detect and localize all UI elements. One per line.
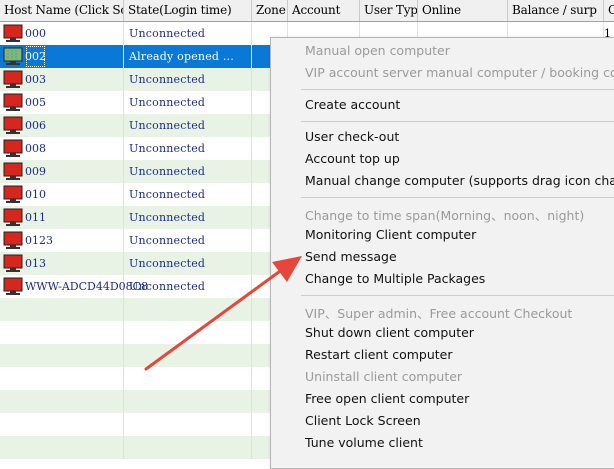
annotation-arrow <box>144 256 302 371</box>
